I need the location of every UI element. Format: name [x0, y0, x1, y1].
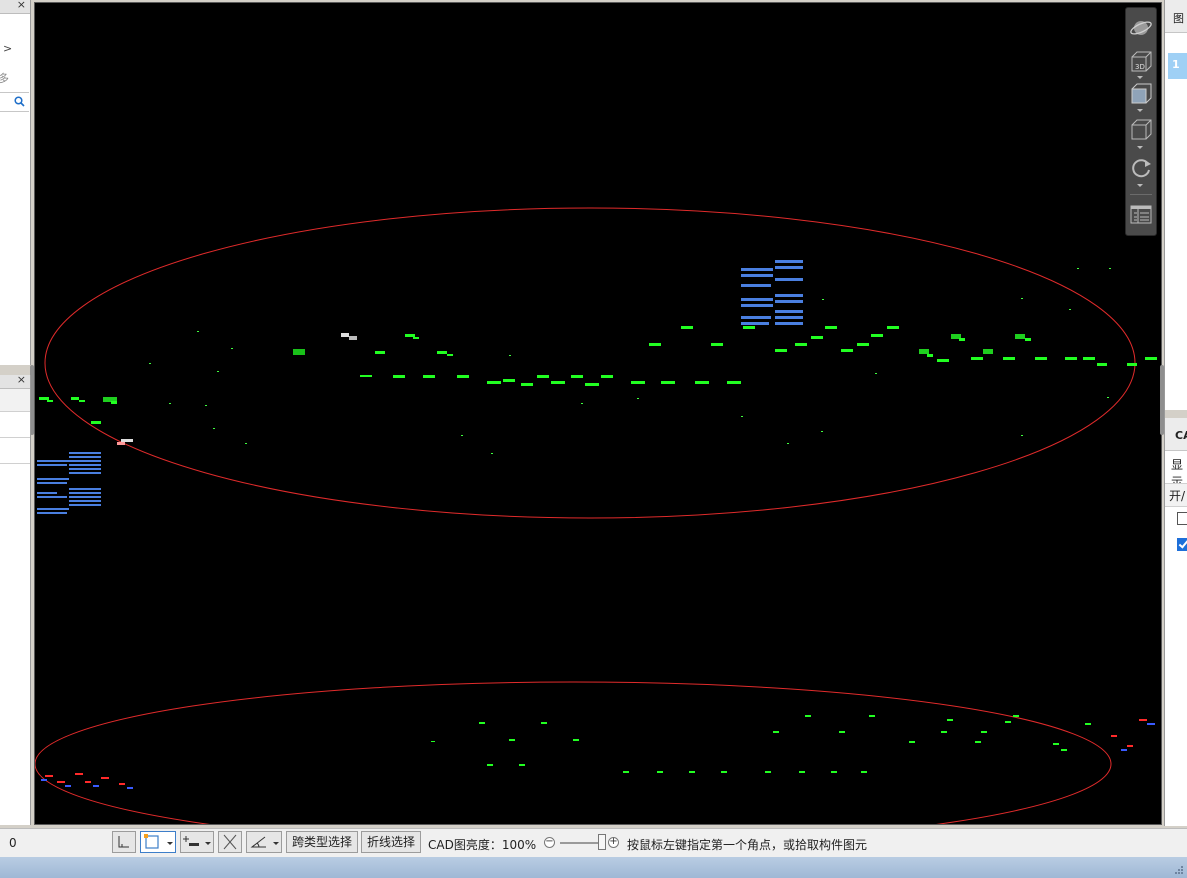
cad-elements-lower-red: [41, 719, 1155, 789]
cad-dots: [149, 268, 1111, 454]
brightness-decrease-button[interactable]: −: [544, 837, 555, 848]
3d-label: 3D: [1135, 63, 1145, 71]
left-panel-top-titlebar: ×: [0, 0, 30, 14]
cad-tab-label: CA: [1175, 429, 1187, 442]
cad-brightness-label: CAD图亮度：100%: [428, 838, 537, 852]
brightness-slider-thumb[interactable]: [598, 834, 606, 850]
selected-row[interactable]: 1: [1168, 53, 1187, 79]
cad-drawing: [35, 207, 1157, 824]
taskbar: [0, 857, 1187, 878]
polyline-select-button[interactable]: 折线选择: [361, 831, 422, 853]
left-panel-bottom-titlebar: ×: [0, 373, 30, 389]
drawing-tab[interactable]: 图: [1165, 0, 1187, 33]
cad-elements-upper: [39, 326, 1157, 445]
angle-button[interactable]: [246, 831, 282, 853]
drawing-tab-label: 图: [1173, 12, 1184, 25]
angle-icon: [250, 836, 266, 848]
view-box-icon[interactable]: [1129, 82, 1153, 106]
panel-divider: [1165, 410, 1187, 418]
orbit-icon[interactable]: [1129, 16, 1153, 40]
add-point-icon: [183, 836, 199, 846]
view-navigation-toolbar: 3D: [1125, 7, 1157, 236]
orthogonal-icon: [118, 836, 129, 848]
list-item[interactable]: [0, 415, 30, 438]
cad-elements-lower: [431, 715, 1091, 773]
snap-rect-icon: [144, 834, 159, 849]
chevron-down-icon[interactable]: [1137, 184, 1143, 187]
close-icon[interactable]: ×: [17, 373, 26, 386]
chevron-down-icon[interactable]: [273, 842, 279, 845]
onoff-header: 开/: [1165, 483, 1187, 507]
orthogonal-button[interactable]: [112, 831, 136, 853]
add-point-button[interactable]: [180, 831, 214, 853]
left-panel-top: × > 多: [0, 0, 31, 365]
left-panel-bottom: ×: [0, 373, 31, 825]
status-message: 按鼠标左键指定第一个角点，或拾取构件图元: [627, 838, 868, 852]
search-input[interactable]: [0, 92, 29, 112]
chevron-down-icon[interactable]: [167, 842, 173, 845]
cad-tab[interactable]: CA: [1165, 418, 1187, 451]
annotation-ellipse-lower: [35, 681, 1112, 824]
chevron-down-icon[interactable]: [1137, 109, 1143, 112]
brightness-increase-button[interactable]: +: [608, 837, 619, 848]
chevron-down-icon[interactable]: [205, 842, 211, 845]
properties-grid-icon[interactable]: [1129, 202, 1153, 226]
cross-type-select-button[interactable]: 跨类型选择: [286, 831, 359, 853]
snap-select-button[interactable]: [140, 831, 176, 853]
close-icon[interactable]: ×: [17, 0, 26, 11]
list-header: [0, 389, 30, 412]
cross-icon: [223, 834, 237, 850]
cube-view-icon[interactable]: [1129, 118, 1153, 142]
status-bar: 0 跨类型选择 折线选择 CAD图亮度：100% − + 按鼠标左键指定第一个角…: [0, 828, 1187, 857]
cad-text-block-upper: [741, 260, 803, 325]
layer-checkbox-checked[interactable]: [1177, 538, 1187, 551]
selected-row-label: 1: [1172, 58, 1180, 71]
chevron-down-icon[interactable]: [1137, 146, 1143, 149]
rotate-icon[interactable]: [1129, 156, 1153, 180]
cad-drawing-canvas[interactable]: 3D: [34, 2, 1162, 825]
toolbar-separator: [1130, 194, 1152, 195]
coordinate-value: 0: [9, 836, 17, 850]
annotation-ellipse-upper: [44, 207, 1136, 519]
resize-grip-icon[interactable]: [1173, 864, 1185, 876]
layer-checkbox[interactable]: [1177, 512, 1187, 525]
more-label[interactable]: 多: [0, 70, 9, 86]
right-panel: 图 1 CA 显示 开/: [1164, 0, 1187, 826]
onoff-header-label: 开/: [1169, 489, 1186, 503]
cancel-cross-button[interactable]: [218, 831, 242, 853]
cad-text-block-left: [37, 452, 101, 514]
expand-arrow[interactable]: >: [3, 42, 12, 55]
3d-view-icon[interactable]: 3D: [1129, 50, 1153, 74]
chevron-down-icon[interactable]: [1137, 76, 1143, 79]
search-icon[interactable]: [14, 96, 25, 107]
list-item[interactable]: [0, 439, 30, 464]
